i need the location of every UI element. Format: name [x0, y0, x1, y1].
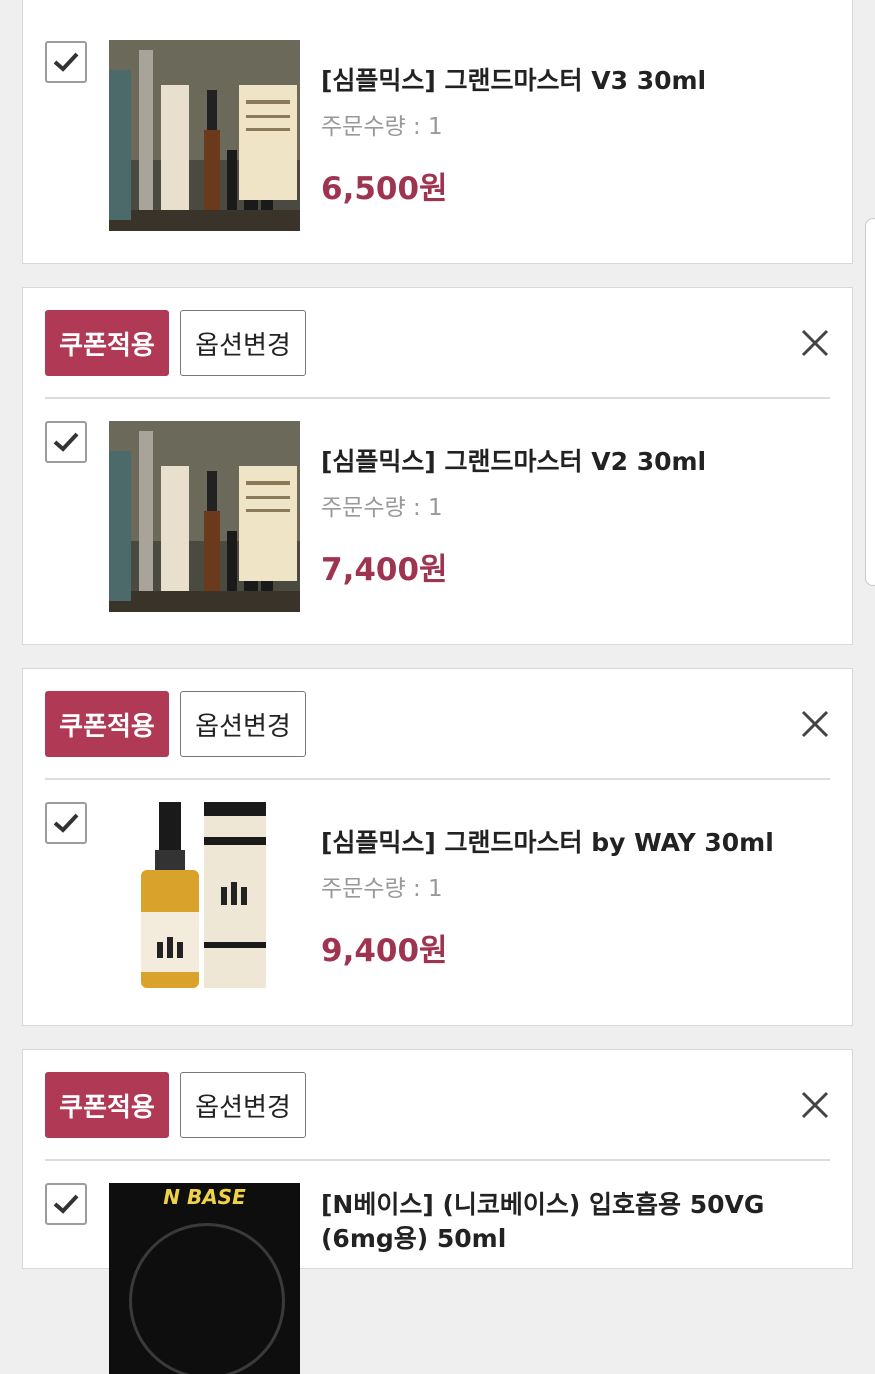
cart-item-card: 쿠폰적용 옵션변경 [심플믹스] 그랜드마스터 by WAY 30ml 주문수량…	[22, 668, 853, 1026]
check-icon	[53, 1194, 79, 1214]
card-divider	[45, 1159, 830, 1161]
card-divider	[45, 778, 830, 780]
close-icon	[801, 1091, 829, 1119]
remove-item-button[interactable]	[800, 709, 830, 739]
item-price: 7,400원	[321, 552, 448, 588]
change-option-button[interactable]: 옵션변경	[180, 1072, 306, 1138]
scrollbar[interactable]	[865, 218, 875, 586]
item-checkbox[interactable]	[45, 421, 87, 463]
item-price: 9,400원	[321, 933, 448, 969]
change-option-button[interactable]: 옵션변경	[180, 691, 306, 757]
check-icon	[53, 52, 79, 72]
check-icon	[53, 432, 79, 452]
item-checkbox[interactable]	[45, 41, 87, 83]
remove-item-button[interactable]	[800, 1090, 830, 1120]
remove-item-button[interactable]	[800, 328, 830, 358]
product-thumbnail[interactable]	[109, 40, 300, 231]
check-icon	[53, 813, 79, 833]
close-icon	[801, 329, 829, 357]
item-price: 6,500원	[321, 171, 448, 207]
thumbnail-label: N BASE	[163, 1185, 246, 1209]
item-quantity: 주문수량 : 1	[321, 876, 443, 902]
item-name[interactable]: [심플믹스] 그랜드마스터 by WAY 30ml	[321, 826, 831, 860]
close-icon	[801, 710, 829, 738]
item-name[interactable]: [심플믹스] 그랜드마스터 V2 30ml	[321, 445, 831, 479]
item-checkbox[interactable]	[45, 802, 87, 844]
apply-coupon-button[interactable]: 쿠폰적용	[45, 691, 169, 757]
item-name[interactable]: [심플믹스] 그랜드마스터 V3 30ml	[321, 64, 831, 98]
change-option-button[interactable]: 옵션변경	[180, 310, 306, 376]
item-name[interactable]: [N베이스] (니코베이스) 입호흡용 50VG (6mg용) 50ml	[321, 1188, 831, 1256]
item-quantity: 주문수량 : 1	[321, 114, 443, 140]
product-thumbnail[interactable]: N BASE	[109, 1183, 300, 1374]
cart-item-card: [심플믹스] 그랜드마스터 V3 30ml 주문수량 : 1 6,500원	[22, 0, 853, 264]
cart-item-card: 쿠폰적용 옵션변경 N BASE [N베이스] (니코베이스) 입호흡용 50V…	[22, 1049, 853, 1374]
apply-coupon-button[interactable]: 쿠폰적용	[45, 310, 169, 376]
item-checkbox[interactable]	[45, 1183, 87, 1225]
product-thumbnail[interactable]	[109, 802, 300, 993]
cart-item-card: 쿠폰적용 옵션변경 [심플믹스] 그랜드마스터 V2 30ml 주문수량 : 1	[22, 287, 853, 645]
apply-coupon-button[interactable]: 쿠폰적용	[45, 1072, 169, 1138]
item-quantity: 주문수량 : 1	[321, 495, 443, 521]
card-divider	[45, 397, 830, 399]
product-thumbnail[interactable]	[109, 421, 300, 612]
